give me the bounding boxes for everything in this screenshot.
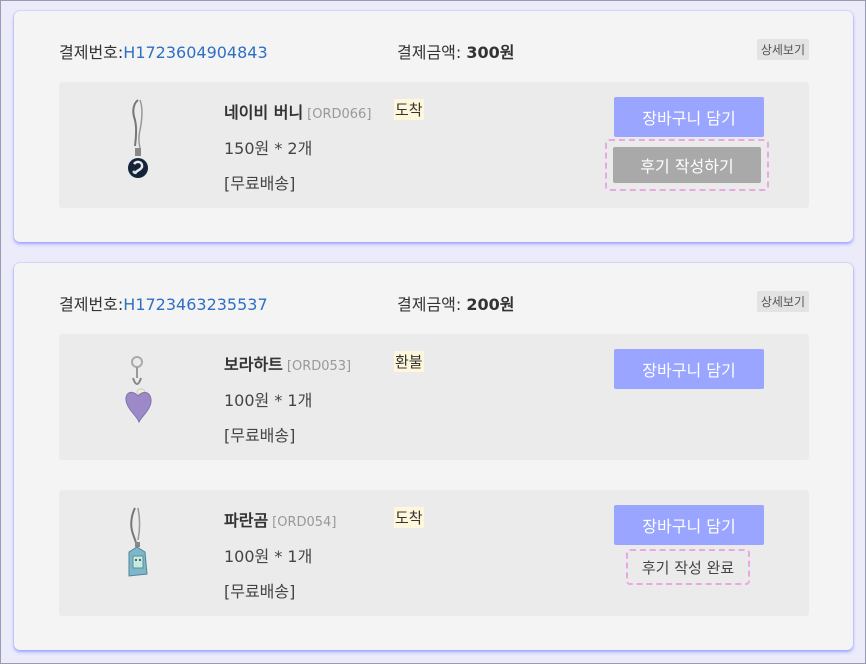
payment-number-label: 결제번호: (59, 295, 124, 314)
detail-button[interactable]: 상세보기 (756, 39, 809, 60)
product-code: [ORD054] (272, 515, 337, 530)
product-code: [ORD053] (286, 359, 352, 374)
blue-bear-keychain-icon (128, 507, 148, 577)
product-name[interactable]: 보라하트 (224, 355, 283, 374)
payment-number: 결제번호:H1723604904843 (59, 39, 268, 63)
shipping-info: [무료배송] (224, 174, 296, 193)
shipping-info: [무료배송] (224, 582, 296, 601)
order-card: 결제번호:H1723604904843 결제금액: 300원 상세보기 네이비 … (14, 11, 853, 242)
review-button-outline: 후기 작성하기 (605, 139, 769, 191)
delivery-status: 도착 (394, 99, 424, 120)
order-card: 결제번호:H1723463235537 결제금액: 200원 상세보기 보라하트… (14, 263, 853, 650)
delivery-status: 도착 (394, 507, 424, 528)
product-name-line: 보라하트 [ORD053] (224, 351, 351, 375)
payment-number-value: H1723604904843 (123, 43, 268, 62)
payment-amount-label: 결제금액: (397, 295, 462, 314)
navy-bunny-keychain-icon (128, 99, 148, 178)
payment-number-label: 결제번호: (59, 43, 124, 62)
product-name-line: 네이비 버니 [ORD066] (224, 99, 371, 123)
order-item: 파란곰 [ORD054] 도착 100원 * 1개 [무료배송] 장바구니 담기 … (59, 490, 809, 616)
payment-amount-value: 200원 (466, 295, 515, 314)
order-header: 결제번호:H1723463235537 결제금액: 200원 상세보기 (14, 263, 853, 323)
write-review-button[interactable]: 후기 작성하기 (613, 147, 761, 183)
order-item: 네이비 버니 [ORD066] 도착 150원 * 2개 [무료배송] 장바구니 … (59, 82, 809, 208)
price-quantity: 100원 * 1개 (224, 547, 313, 566)
review-completed-label: 후기 작성 완료 (626, 549, 750, 585)
shipping-info: [무료배송] (224, 426, 296, 445)
add-to-cart-button[interactable]: 장바구니 담기 (614, 505, 764, 545)
add-to-cart-button[interactable]: 장바구니 담기 (614, 349, 764, 389)
price-quantity: 100원 * 1개 (224, 391, 313, 410)
payment-number-value: H1723463235537 (123, 295, 268, 314)
order-header: 결제번호:H1723604904843 결제금액: 300원 상세보기 (14, 11, 853, 71)
detail-button[interactable]: 상세보기 (756, 291, 809, 312)
payment-amount: 결제금액: 200원 (397, 291, 515, 315)
product-name[interactable]: 파란곰 (224, 511, 268, 530)
price-quantity: 150원 * 2개 (224, 139, 313, 158)
add-to-cart-button[interactable]: 장바구니 담기 (614, 97, 764, 137)
payment-number: 결제번호:H1723463235537 (59, 291, 268, 315)
delivery-status: 환불 (394, 351, 424, 372)
payment-amount-label: 결제금액: (397, 43, 462, 62)
product-name[interactable]: 네이비 버니 (224, 103, 303, 122)
order-item: 보라하트 [ORD053] 환불 100원 * 1개 [무료배송] 장바구니 담기 (59, 334, 809, 460)
payment-amount-value: 300원 (466, 43, 515, 62)
product-code: [ORD066] (307, 107, 372, 122)
purple-heart-keychain-icon (125, 356, 152, 424)
payment-amount: 결제금액: 300원 (397, 39, 515, 63)
product-name-line: 파란곰 [ORD054] (224, 507, 336, 531)
